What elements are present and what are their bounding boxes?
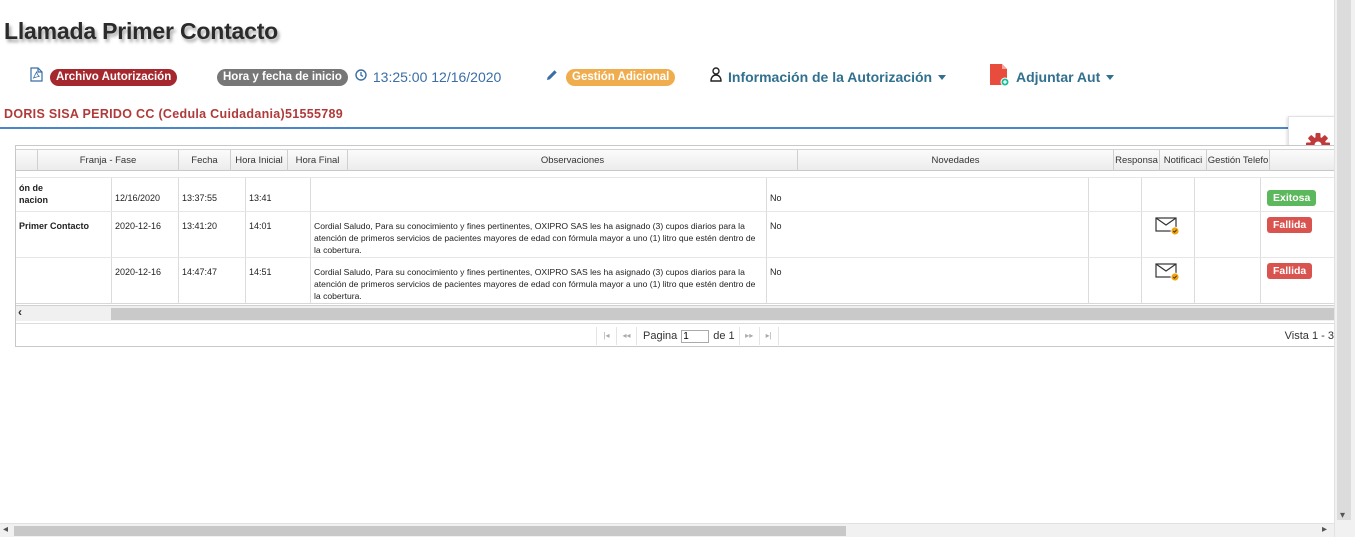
- status-badge[interactable]: Exitosa: [1267, 190, 1317, 206]
- page-title: Llamada Primer Contacto: [4, 18, 279, 44]
- page-box: Pagina de 1: [636, 327, 739, 345]
- status-badge[interactable]: Fallida: [1267, 263, 1313, 279]
- scroll-left-icon[interactable]: ◂: [3, 524, 8, 535]
- cell-gestion: [1195, 178, 1261, 211]
- adjuntar-aut-label[interactable]: Adjuntar Aut: [1016, 69, 1100, 85]
- hora-fecha-item: Hora y fecha de inicio 13:25:00 12/16/20…: [217, 66, 501, 88]
- col-header-gestion-telefonica[interactable]: Gestión Telefo: [1207, 150, 1270, 171]
- table-row[interactable]: Primer Contacto 2020-12-16 13:41:20 14:0…: [16, 211, 1334, 258]
- cell-fecha: 2020-12-16: [112, 258, 179, 303]
- status-badge[interactable]: Fallida: [1267, 217, 1313, 233]
- scroll-right-icon[interactable]: ▸: [1322, 524, 1327, 535]
- adjuntar-aut-dropdown[interactable]: Adjuntar Aut: [988, 63, 1115, 88]
- envelope-notification-icon[interactable]: [1155, 217, 1181, 238]
- page-input[interactable]: [681, 329, 710, 343]
- hora-fecha-value: 13:25:00 12/16/2020: [372, 69, 502, 85]
- cell-novedades: No: [767, 258, 1089, 303]
- pencil-icon[interactable]: [546, 68, 558, 86]
- pdf-add-icon[interactable]: [988, 63, 1010, 92]
- cell-hora-inicial: 13:41:20: [179, 212, 246, 257]
- grid-pager: |◂ ◂◂ Pagina de 1 ▸▸ ▸| Vista 1 - 3: [16, 323, 1334, 346]
- table-row[interactable]: 2020-12-16 14:47:47 14:51 Cordial Saludo…: [16, 257, 1334, 304]
- cell-notificacion: [1142, 178, 1195, 211]
- cell-novedades: No: [767, 212, 1089, 257]
- col-header-observaciones[interactable]: Observaciones: [348, 150, 798, 171]
- cell-hora-inicial: 14:47:47: [179, 258, 246, 303]
- col-header-responsable[interactable]: Responsa: [1114, 150, 1160, 171]
- scroll-down-icon[interactable]: ▾: [1340, 510, 1345, 521]
- cell-observaciones: Cordial Saludo, Para su conocimiento y f…: [311, 258, 767, 303]
- col-header-hora-inicial[interactable]: Hora Inicial: [231, 150, 288, 171]
- scroll-thumb[interactable]: [111, 308, 1334, 320]
- cell-fecha: 12/16/2020: [112, 178, 179, 211]
- archivo-autorizacion-badge[interactable]: Archivo Autorización: [50, 68, 178, 86]
- cell-fase: [16, 258, 112, 303]
- info-autorizacion-dropdown[interactable]: Información de la Autorización: [710, 66, 947, 88]
- cell-observaciones: [311, 178, 767, 211]
- archivo-autorizacion-item[interactable]: Archivo Autorización: [30, 66, 178, 88]
- prev-page-icon[interactable]: ◂◂: [616, 327, 636, 345]
- grid-body: ón de nacion 12/16/2020 13:37:55 13:41 N…: [16, 174, 1334, 304]
- cell-hora-inicial: 13:37:55: [179, 178, 246, 211]
- page-count: de 1: [713, 330, 735, 342]
- first-page-icon[interactable]: |◂: [596, 327, 616, 345]
- page: Llamada Primer Contacto Archivo Autoriza…: [0, 0, 1355, 537]
- table-row[interactable]: ón de nacion 12/16/2020 13:37:55 13:41 N…: [16, 177, 1334, 212]
- hora-fecha-badge: Hora y fecha de inicio: [217, 68, 348, 86]
- col-header-hora-final[interactable]: Hora Final: [288, 150, 348, 171]
- cell-status: Exitosa: [1261, 178, 1334, 211]
- pdf-file-icon[interactable]: [30, 67, 43, 87]
- cell-gestion: [1195, 258, 1261, 303]
- cell-responsable: [1089, 258, 1142, 303]
- cell-hora-final: 14:51: [246, 258, 311, 303]
- pager-controls: |◂ ◂◂ Pagina de 1 ▸▸ ▸|: [596, 327, 779, 345]
- cell-gestion: [1195, 212, 1261, 257]
- cell-fase: ón de nacion: [16, 178, 112, 211]
- page-label: Pagina: [643, 330, 678, 342]
- cell-hora-final: 13:41: [246, 178, 311, 211]
- cell-observaciones: Cordial Saludo, Para su conocimiento y f…: [311, 212, 767, 257]
- toolbar: Archivo Autorización Hora y fecha de ini…: [30, 63, 1130, 88]
- col-header-notificacion[interactable]: Notificaci: [1160, 150, 1207, 171]
- view-range: Vista 1 - 3: [1284, 330, 1334, 342]
- gestion-adicional-badge[interactable]: Gestión Adicional: [566, 68, 676, 86]
- cell-fase: Primer Contacto: [16, 212, 112, 257]
- col-header[interactable]: [1270, 150, 1334, 171]
- col-header-novedades[interactable]: Novedades: [798, 150, 1114, 171]
- grid-horizontal-scrollbar[interactable]: ‹: [16, 305, 1334, 321]
- envelope-notification-icon[interactable]: [1155, 263, 1181, 284]
- last-page-icon[interactable]: ▸|: [758, 327, 779, 345]
- cell-fecha: 2020-12-16: [112, 212, 179, 257]
- gestion-adicional-item[interactable]: Gestión Adicional: [546, 66, 676, 88]
- divider: [0, 127, 1290, 129]
- cell-novedades: No: [767, 178, 1089, 211]
- grid-header: Franja - Fase Fecha Hora Inicial Hora Fi…: [16, 149, 1334, 171]
- user-icon: [710, 67, 722, 87]
- info-autorizacion-label[interactable]: Información de la Autorización: [728, 69, 932, 85]
- cell-hora-final: 14:01: [246, 212, 311, 257]
- cell-status: Fallida: [1261, 258, 1334, 303]
- col-header-fecha[interactable]: Fecha: [179, 150, 231, 171]
- chevron-down-icon[interactable]: [1106, 74, 1115, 80]
- scroll-thumb[interactable]: [1337, 0, 1351, 520]
- cell-notificacion: [1142, 258, 1195, 303]
- next-page-icon[interactable]: ▸▸: [738, 327, 759, 345]
- clock-icon: [355, 68, 367, 86]
- patient-name: DORIS SISA PERIDO CC (Cedula Cuidadania)…: [4, 107, 344, 121]
- scroll-left-icon[interactable]: ‹: [18, 305, 22, 319]
- cell-notificacion: [1142, 212, 1195, 257]
- chevron-down-icon[interactable]: [938, 74, 947, 80]
- col-header-franja[interactable]: Franja - Fase: [38, 150, 179, 171]
- col-header[interactable]: [16, 150, 38, 171]
- page-horizontal-scrollbar[interactable]: ◂ ▸: [0, 523, 1334, 537]
- page-vertical-scrollbar[interactable]: ▾: [1334, 0, 1355, 537]
- cell-status: Fallida: [1261, 212, 1334, 257]
- cell-responsable: [1089, 212, 1142, 257]
- scroll-thumb[interactable]: [14, 526, 846, 536]
- calls-grid: Franja - Fase Fecha Hora Inicial Hora Fi…: [15, 145, 1335, 347]
- cell-responsable: [1089, 178, 1142, 211]
